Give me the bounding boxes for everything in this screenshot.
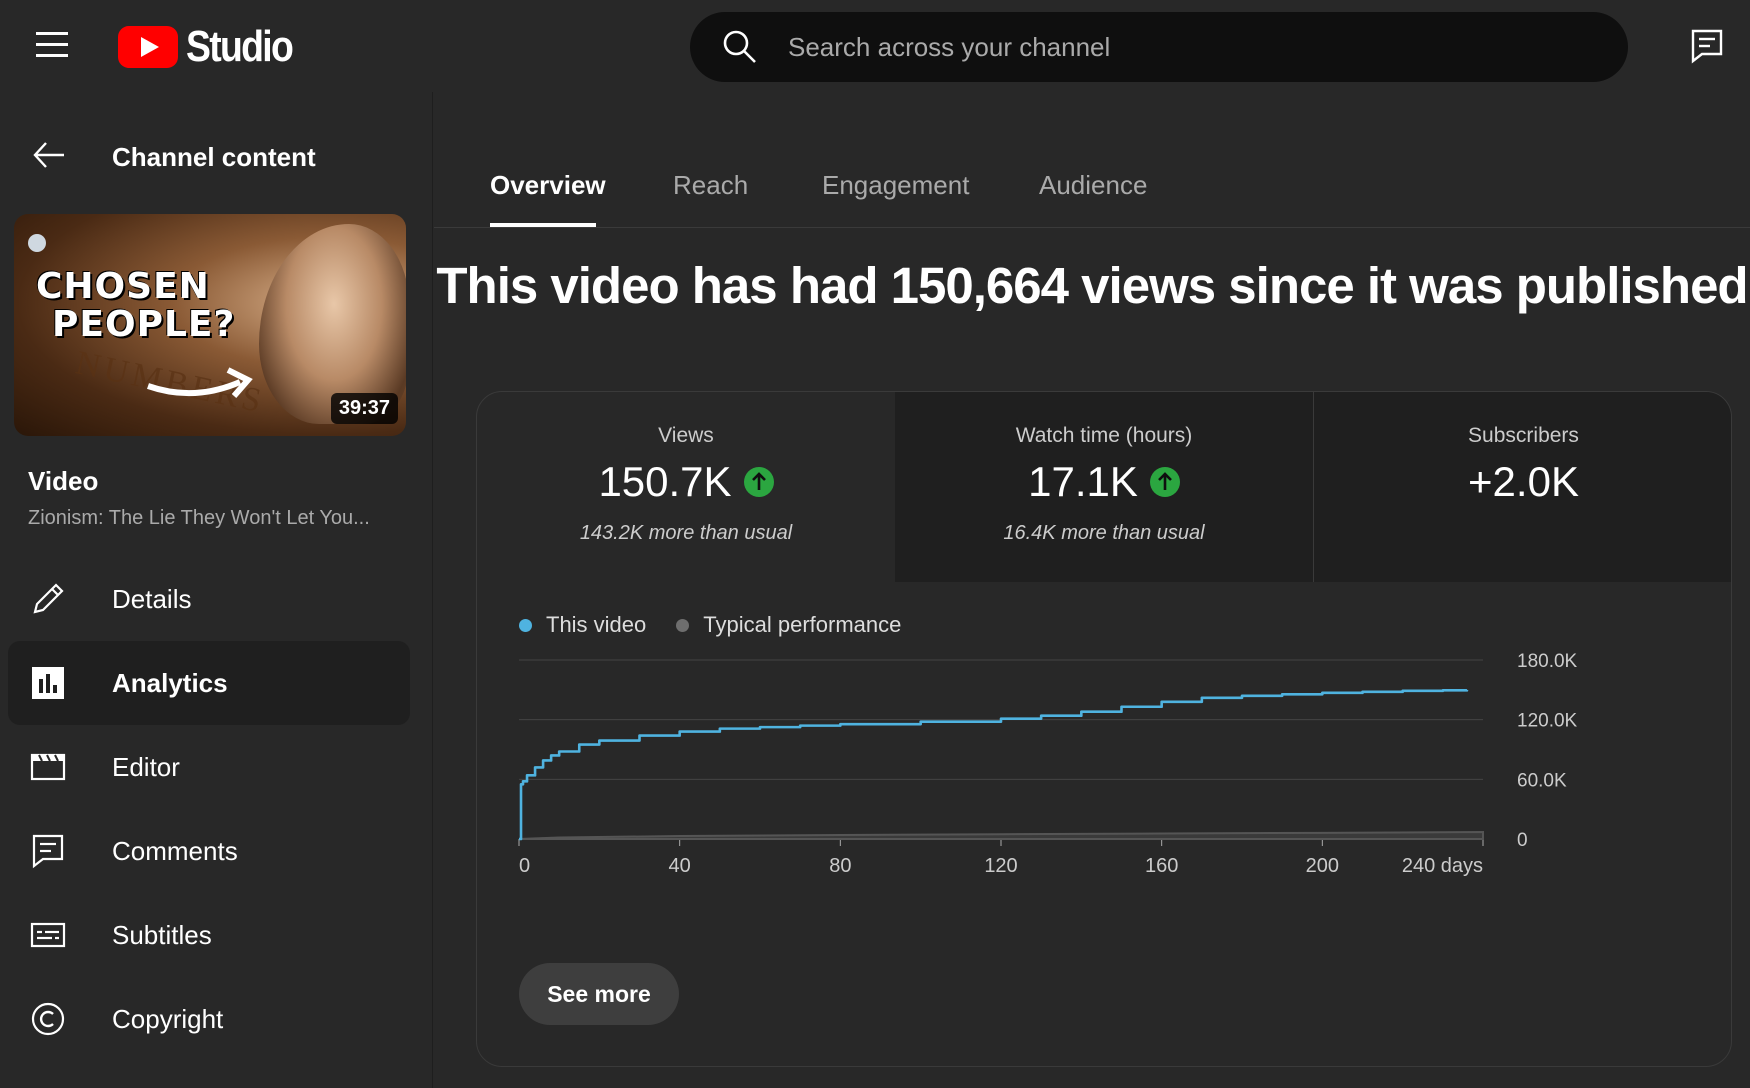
video-title: Zionism: The Lie They Won't Let You...: [28, 507, 370, 529]
top-bar: Studio: [0, 0, 1750, 92]
x-tick-label: 160: [1145, 855, 1178, 877]
channel-content-link[interactable]: Channel content: [112, 142, 316, 173]
sidebar-item-label: Analytics: [112, 667, 228, 698]
thumbnail-line-1: CHOSEN: [36, 266, 210, 307]
y-tick-label: 60.0K: [1517, 770, 1567, 791]
sidebar-item-comments[interactable]: Comments: [8, 809, 410, 893]
youtube-play-icon: [118, 26, 178, 68]
sidebar-item-label: Copyright: [112, 1003, 224, 1034]
x-tick-label: 40: [669, 855, 691, 877]
subtitles-icon: [30, 922, 66, 948]
studio-logo[interactable]: Studio: [118, 22, 311, 72]
see-more-button[interactable]: See more: [519, 963, 679, 1025]
legend-dot: [519, 618, 532, 632]
metric-value: 150.7K: [598, 458, 732, 505]
pencil-icon: [33, 583, 64, 614]
legend-this-video: This video: [519, 612, 646, 638]
comments-icon: [32, 834, 64, 869]
y-tick-label: 120.0K: [1517, 711, 1578, 732]
legend-label: This video: [546, 612, 647, 637]
y-tick-label: 180.0K: [1517, 652, 1578, 672]
copyright-icon: [31, 1002, 65, 1036]
metric-value: 17.1K: [1028, 458, 1138, 505]
thumbnail-line-2: PEOPLE?: [52, 304, 236, 345]
sidebar-item-label: Details: [112, 583, 192, 614]
views-chart[interactable]: 180.0K 120.0K 60.0K 0 0 40 80 120 160 200 240 days: [477, 652, 1732, 942]
legend-label: Typical performance: [703, 612, 902, 637]
sidebar: Channel content NUMBERS CHOSEN PEOPLE? 3…: [0, 92, 433, 1088]
page-headline: This video has had 150,664 views since i…: [436, 257, 1748, 314]
sidebar-item-label: Comments: [112, 835, 238, 866]
legend-typical: Typical performance: [676, 612, 901, 638]
x-tick-label: 0: [519, 855, 530, 877]
clapperboard-icon: [30, 753, 66, 781]
sidebar-item-editor[interactable]: Editor: [8, 725, 410, 809]
analytics-icon: [32, 667, 64, 699]
metric-value: +2.0K: [1468, 458, 1579, 505]
metric-note: 16.4K more than usual: [1003, 522, 1205, 544]
sidebar-nav: Details Analytics Editor Comments Subtit…: [8, 557, 410, 1061]
video-label: Video: [28, 466, 99, 496]
thumbnail-title: CHOSEN PEOPLE?: [36, 268, 235, 344]
active-tab-indicator: [490, 223, 596, 227]
sidebar-item-details[interactable]: Details: [8, 557, 410, 641]
trend-up-icon: [743, 467, 774, 497]
sidebar-item-subtitles[interactable]: Subtitles: [8, 893, 410, 977]
metric-note: 143.2K more than usual: [579, 522, 793, 544]
search-icon[interactable]: [722, 29, 758, 65]
video-duration: 39:37: [330, 393, 398, 424]
feedback-icon[interactable]: [1690, 28, 1724, 64]
tab-audience[interactable]: Audience: [1039, 170, 1147, 201]
overview-card: Views 150.7K 143.2K more than usual Watc…: [476, 391, 1732, 1067]
x-tick-label: 80: [829, 855, 851, 877]
series-line-this-video: [519, 689, 1469, 841]
tab-engagement[interactable]: Engagement: [822, 170, 969, 201]
series-line-typical-performance: [518, 831, 1484, 840]
back-arrow-icon[interactable]: [32, 140, 66, 170]
metric-subscribers[interactable]: Subscribers +2.0K: [1313, 392, 1731, 582]
legend-dot: [676, 618, 690, 632]
chart-legend: This video Typical performance: [519, 612, 931, 638]
metric-label: Watch time (hours): [1015, 424, 1193, 447]
metric-label: Subscribers: [1468, 424, 1579, 447]
globe-icon: [28, 234, 46, 252]
x-tick-label: 200: [1306, 855, 1339, 877]
x-tick-label: 240 days: [1402, 855, 1483, 877]
tab-overview[interactable]: Overview: [490, 170, 606, 201]
metric-value-container: +2.0K: [1314, 458, 1731, 506]
logo-text: Studio: [186, 22, 294, 71]
thumbnail-arrow-icon: [147, 367, 253, 398]
analytics-tabs: Overview Reach Engagement Audience: [434, 92, 1750, 228]
video-thumbnail[interactable]: NUMBERS CHOSEN PEOPLE? 39:37: [14, 214, 406, 436]
sidebar-item-analytics[interactable]: Analytics: [8, 641, 410, 725]
metric-value-container: 17.1K: [895, 458, 1313, 506]
metric-views[interactable]: Views 150.7K 143.2K more than usual: [477, 392, 895, 582]
sidebar-item-label: Editor: [112, 751, 180, 782]
search-bar[interactable]: [690, 12, 1628, 82]
menu-icon[interactable]: [36, 32, 68, 58]
metric-value-container: 150.7K: [477, 458, 895, 506]
sidebar-item-copyright[interactable]: Copyright: [8, 977, 410, 1061]
x-tick-label: 120: [984, 855, 1017, 877]
trend-up-icon: [1149, 467, 1180, 497]
tab-reach[interactable]: Reach: [673, 170, 748, 201]
search-input[interactable]: [788, 31, 1548, 63]
metric-watch-time[interactable]: Watch time (hours) 17.1K 16.4K more than…: [895, 392, 1313, 582]
y-tick-label: 0: [1517, 830, 1528, 851]
sidebar-item-label: Subtitles: [112, 919, 212, 950]
metric-label: Views: [658, 424, 714, 447]
